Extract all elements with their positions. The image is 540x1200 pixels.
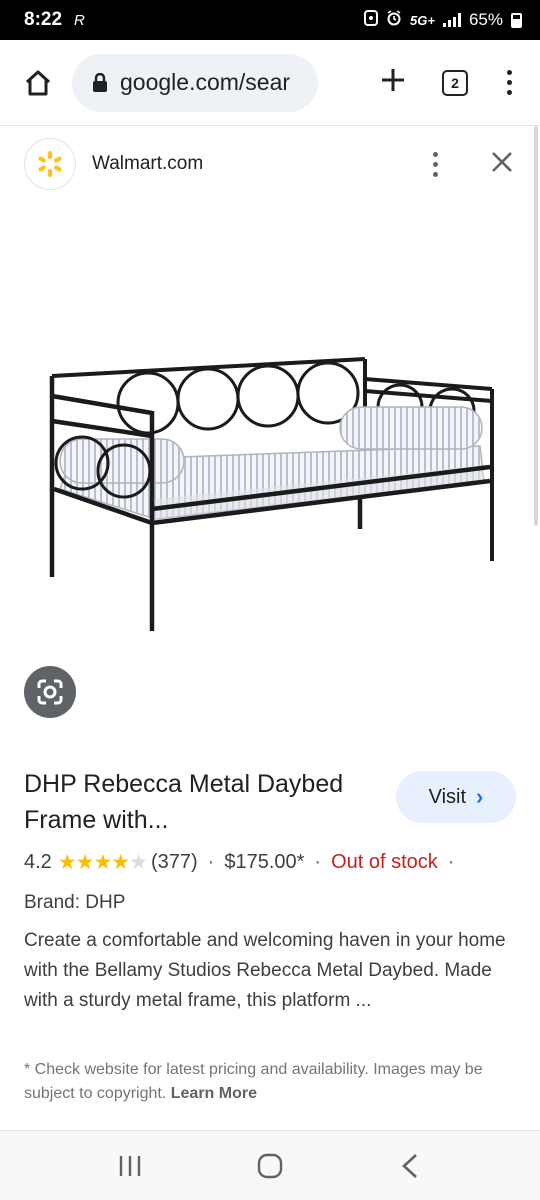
home-icon <box>25 70 51 95</box>
back-icon <box>402 1153 417 1178</box>
home-nav-button[interactable] <box>240 1141 300 1191</box>
lens-button[interactable] <box>24 666 76 718</box>
battery-percent: 65% <box>468 10 503 29</box>
new-tab-button[interactable] <box>380 67 406 98</box>
product-title[interactable]: DHP Rebecca Metal Daybed Frame with... <box>24 766 344 838</box>
alarm-icon <box>386 9 402 31</box>
brand-label: Brand: DHP <box>24 892 126 913</box>
browser-toolbar: google.com/sear 2 <box>0 40 540 126</box>
price: $175.00* <box>224 851 305 873</box>
visit-button[interactable]: Visit › <box>396 771 516 823</box>
product-image[interactable] <box>40 341 500 631</box>
sim-icon <box>364 9 379 31</box>
more-vert-icon <box>506 70 512 75</box>
signal-icon <box>442 13 461 27</box>
status-time: 8:22 <box>24 9 63 30</box>
rating-value: 4.2 <box>24 851 52 873</box>
separator-dot: · <box>447 851 455 873</box>
google-lens-icon <box>37 679 63 705</box>
system-nav-bar <box>0 1130 540 1200</box>
star-icon: ★ <box>129 851 148 874</box>
plus-icon <box>382 69 404 91</box>
product-description: Create a comfortable and welcoming haven… <box>24 930 506 1011</box>
close-button[interactable] <box>490 150 514 179</box>
home-circle-icon <box>257 1153 283 1178</box>
learn-more-link[interactable]: Learn More <box>171 1085 257 1102</box>
battery-icon <box>511 12 522 28</box>
network-type: 5G+ <box>410 12 435 28</box>
status-bar: 8:22 R 5G+ 65% <box>0 0 540 40</box>
walmart-spark-icon <box>38 151 62 177</box>
recents-button[interactable] <box>100 1141 160 1191</box>
star-icon: ★ <box>111 851 130 874</box>
star-icon: ★ <box>75 851 95 874</box>
back-button[interactable] <box>380 1141 440 1191</box>
source-favicon <box>24 138 76 190</box>
close-icon <box>492 151 512 172</box>
r-icon: R <box>74 11 85 29</box>
result-menu-button[interactable] <box>430 151 440 177</box>
browser-menu-button[interactable] <box>504 70 514 95</box>
chevron-right-icon: › <box>476 784 484 809</box>
disclaimer: * Check website for latest pricing and a… <box>24 1058 504 1106</box>
review-count: (377) <box>150 851 198 873</box>
tab-switcher-button[interactable]: 2 <box>442 69 468 96</box>
separator-dot: · <box>314 851 322 873</box>
recents-icon <box>119 1155 141 1176</box>
source-name[interactable]: Walmart.com <box>92 153 203 175</box>
image-result-panel: Walmart.com DHP Rebecca Metal Daybed Fra… <box>0 126 540 1130</box>
stock-status: Out of stock <box>331 851 438 873</box>
rating-stars: ★ ★ ★ ★ ★ <box>57 850 148 875</box>
url-text: google.com/sear <box>120 69 291 95</box>
more-vert-icon <box>432 151 438 157</box>
product-meta: 4.2 ★ ★ ★ ★ ★ (377) · $175.00* · Out of stoc… <box>24 850 464 875</box>
lock-icon <box>93 72 107 92</box>
visit-label: Visit <box>428 785 467 808</box>
star-icon: ★ <box>57 851 77 874</box>
separator-dot: · <box>207 851 215 873</box>
address-bar[interactable]: google.com/sear <box>72 53 318 112</box>
source-header: Walmart.com <box>24 138 514 190</box>
scrollbar[interactable] <box>534 126 538 526</box>
star-icon: ★ <box>93 851 112 874</box>
home-button[interactable] <box>18 63 58 103</box>
